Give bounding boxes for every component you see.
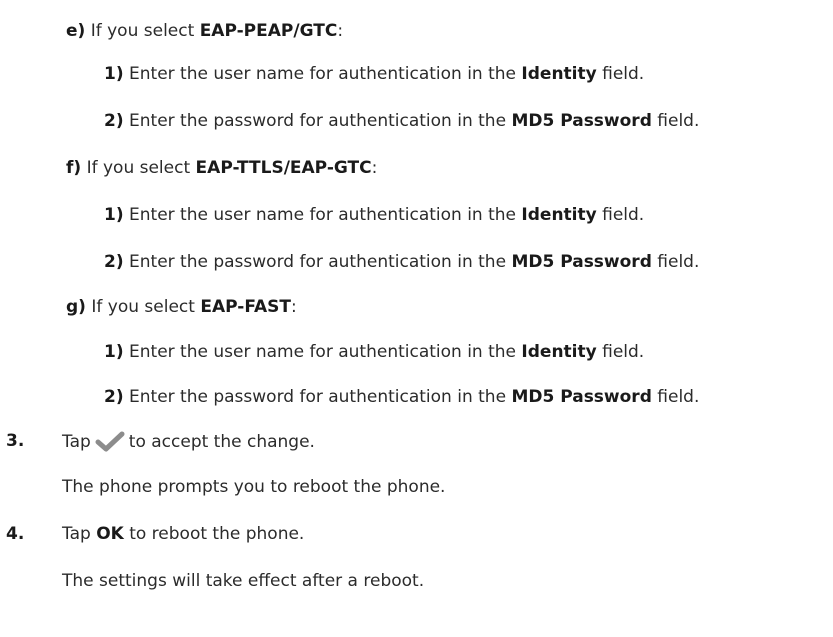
substep-label: 2)	[104, 387, 124, 407]
option-name: EAP-FAST	[200, 297, 291, 317]
substep-text: field.	[596, 64, 645, 84]
substep-text: If you select	[85, 297, 201, 317]
substep-g-2: 2) Enter the password for authentication…	[104, 386, 699, 408]
substep-g: g) If you select EAP-FAST:	[66, 296, 297, 318]
substep-text: Enter the password for authentication in…	[123, 111, 512, 131]
substep-label: 1)	[104, 342, 124, 362]
step-3-note: The phone prompts you to reboot the phon…	[62, 477, 446, 497]
substep-f-1: 1) Enter the user name for authenticatio…	[104, 204, 644, 226]
substep-g-1: 1) Enter the user name for authenticatio…	[104, 341, 644, 363]
button-name: OK	[96, 524, 124, 544]
substep-label: e)	[66, 21, 86, 41]
substep-text: :	[290, 297, 297, 317]
substep-text: Enter the user name for authentication i…	[123, 342, 522, 362]
substep-f: f) If you select EAP-TTLS/EAP-GTC:	[66, 157, 377, 179]
substep-text: Enter the user name for authentication i…	[123, 64, 522, 84]
step-text-post: to reboot the phone.	[123, 524, 305, 544]
substep-text: :	[371, 158, 378, 178]
substep-label: g)	[66, 297, 86, 317]
step-number: 3.	[6, 431, 25, 451]
option-name: EAP-TTLS/EAP-GTC	[195, 158, 372, 178]
field-name: Identity	[521, 342, 597, 362]
substep-text: :	[337, 21, 344, 41]
substep-f-2: 2) Enter the password for authentication…	[104, 251, 699, 273]
substep-e-2: 2) Enter the password for authentication…	[104, 110, 699, 132]
field-name: MD5 Password	[511, 252, 652, 272]
option-name: EAP-PEAP/GTC	[199, 21, 338, 41]
step-text-post: to accept the change.	[128, 432, 315, 452]
field-name: MD5 Password	[511, 111, 652, 131]
substep-label: 1)	[104, 205, 124, 225]
step-4-note: The settings will take effect after a re…	[62, 571, 425, 591]
substep-text: field.	[596, 342, 645, 362]
substep-text: Enter the user name for authentication i…	[123, 205, 522, 225]
substep-e: e) If you select EAP-PEAP/GTC:	[66, 20, 343, 42]
field-name: Identity	[521, 64, 597, 84]
field-name: Identity	[521, 205, 597, 225]
step-number: 4.	[6, 524, 25, 544]
substep-label: 2)	[104, 111, 124, 131]
substep-text: field.	[651, 387, 700, 407]
substep-text: field.	[651, 252, 700, 272]
substep-label: 2)	[104, 252, 124, 272]
substep-text: If you select	[81, 158, 196, 178]
field-name: MD5 Password	[511, 387, 652, 407]
substep-text: Enter the password for authentication in…	[123, 387, 512, 407]
substep-label: f)	[66, 158, 82, 178]
substep-text: If you select	[85, 21, 200, 41]
substep-text: Enter the password for authentication in…	[123, 252, 512, 272]
check-icon	[95, 430, 125, 458]
substep-text: field.	[651, 111, 700, 131]
substep-text: field.	[596, 205, 645, 225]
step-text-pre: Tap	[62, 524, 97, 544]
step-text: Tap to accept the change.	[62, 430, 315, 458]
substep-e-1: 1) Enter the user name for authenticatio…	[104, 63, 644, 85]
step-text-pre: Tap	[62, 432, 91, 452]
substep-label: 1)	[104, 64, 124, 84]
step-text: Tap OK to reboot the phone.	[62, 523, 304, 545]
